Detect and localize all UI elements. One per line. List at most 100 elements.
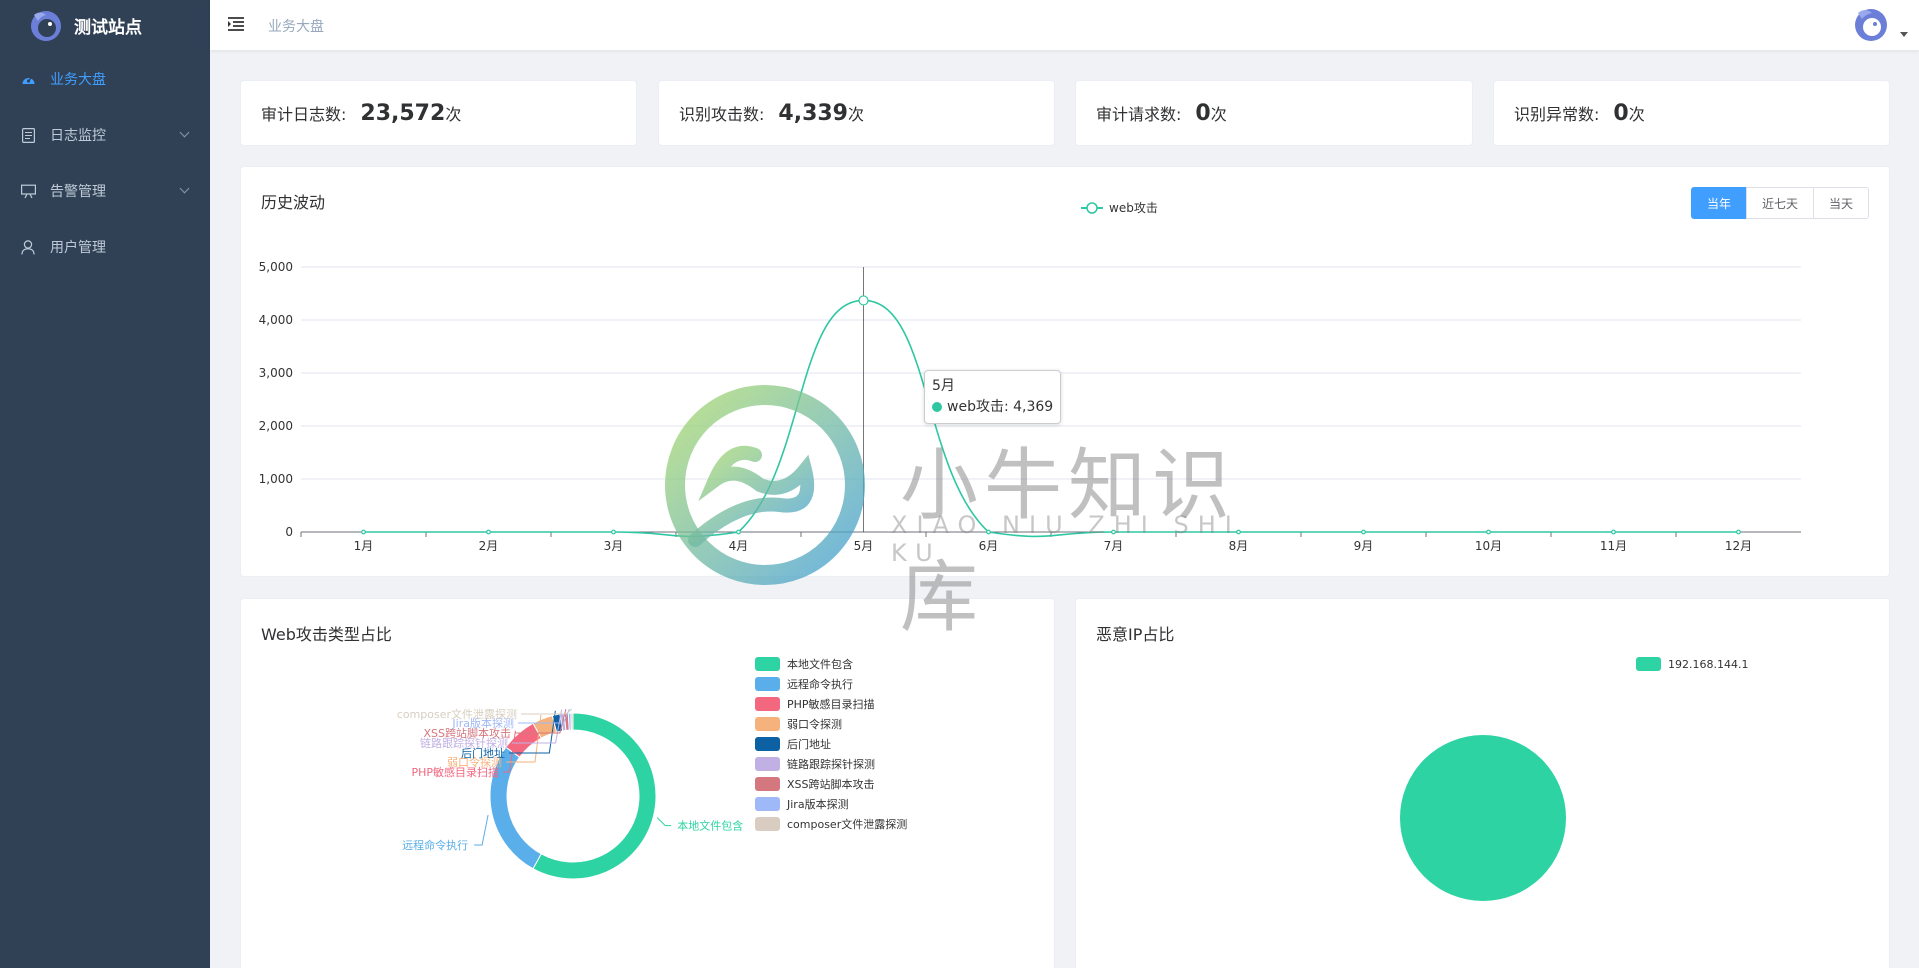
legend-swatch <box>755 817 780 831</box>
legend-label: 弱口令探测 <box>787 717 842 731</box>
chart-tooltip: 5月 web攻击: 4,369 <box>924 370 1062 424</box>
y-tick-label: 3,000 <box>259 366 293 380</box>
pie-slice <box>1400 735 1566 901</box>
sidebar-item-label: 日志监控 <box>50 128 106 144</box>
line-chart: web攻击 0 1,000 2,000 3,000 4,000 5,000 1月 2月 3月 4月 5… <box>259 201 1801 553</box>
chevron-down-icon <box>179 183 190 194</box>
tooltip-title: 5月 <box>932 378 955 394</box>
data-point <box>1611 529 1616 535</box>
sidebar-item-label: 业务大盘 <box>50 72 106 88</box>
legend-marker <box>1086 202 1098 214</box>
donut-leader <box>656 817 672 827</box>
stat-card-attacks: 识别攻击数: 4,339 次 <box>658 80 1055 146</box>
legend-swatch <box>755 797 780 811</box>
x-tick-label: 10月 <box>1475 539 1502 553</box>
donut-label: composer文件泄露探测 <box>397 707 517 721</box>
legend-label: 链路跟踪探针探测 <box>787 757 875 771</box>
sidebar-item-alert-manage[interactable]: 告警管理 <box>0 163 210 219</box>
caret-down-icon[interactable] <box>1900 32 1908 37</box>
menu-fold-icon[interactable] <box>227 16 245 32</box>
stat-label: 审计请求数: <box>1096 105 1182 124</box>
legend-label: 本地文件包含 <box>787 657 853 671</box>
stat-label: 审计日志数: <box>261 105 347 124</box>
main-content: 审计日志数: 23,572 次 识别攻击数: 4,339 次 审计请求数: 0次 识… <box>210 50 1919 968</box>
tooltip-row: web攻击: 4,369 <box>932 397 1053 418</box>
legend-swatch <box>755 677 780 691</box>
x-tick-label: 6月 <box>979 539 999 553</box>
legend-label: 远程命令执行 <box>787 677 853 691</box>
attack-type-card: Web攻击类型占比 本地文件包含 远程命令执行 PHP敏感目录扫描 弱口令探测 后门地址… <box>240 598 1055 968</box>
malicious-ip-card: 恶意IP占比 192.168.144.1 <box>1075 598 1890 968</box>
legend-swatch <box>1636 657 1661 671</box>
stat-value: 0 <box>1613 100 1629 126</box>
donut-chart: 本地文件包含远程命令执行PHP敏感目录扫描弱口令探测后门地址链路跟踪探针探测XS… <box>397 657 907 880</box>
legend-label: Jira版本探测 <box>786 797 849 811</box>
sidebar-item-label: 告警管理 <box>50 184 106 200</box>
history-card: 历史波动 当年 近七天 当天 web攻击 0 1,000 2,000 3,000 4,00… <box>240 166 1890 577</box>
chart-legend: web攻击 <box>1081 201 1158 215</box>
data-point <box>611 529 616 535</box>
x-tick-label: 1月 <box>354 539 374 553</box>
y-tick-label: 0 <box>285 525 293 539</box>
y-tick-label: 1,000 <box>259 472 293 486</box>
avatar[interactable] <box>1851 4 1891 44</box>
y-tick-label: 2,000 <box>259 419 293 433</box>
stat-value: 0 <box>1195 100 1211 126</box>
x-tick-label: 11月 <box>1600 539 1627 553</box>
x-tick-label: 3月 <box>604 539 624 553</box>
legend-swatch <box>755 697 780 711</box>
chevron-down-icon <box>179 127 190 138</box>
legend-label: XSS跨站脚本攻击 <box>787 777 875 791</box>
donut-leader <box>474 814 489 846</box>
easel-icon <box>20 183 36 199</box>
data-point <box>1361 529 1366 535</box>
legend-swatch <box>755 757 780 771</box>
x-tick-label: 7月 <box>1104 539 1124 553</box>
stat-card-audit-logs: 审计日志数: 23,572 次 <box>240 80 637 146</box>
tooltip-value: 4,369 <box>1013 399 1054 415</box>
sidebar-item-log-monitor[interactable]: 日志监控 <box>0 107 210 163</box>
legend-swatch <box>755 737 780 751</box>
navbar: 业务大盘 <box>210 0 1919 50</box>
legend-swatch <box>755 657 780 671</box>
donut-label: 本地文件包含 <box>677 819 743 833</box>
stat-card-requests: 审计请求数: 0次 <box>1075 80 1473 146</box>
data-point <box>361 529 366 535</box>
data-point <box>1486 529 1491 535</box>
stat-value: 4,339 <box>778 100 848 126</box>
donut-label: 远程命令执行 <box>402 838 468 852</box>
tooltip-series: web攻击 <box>947 399 1004 415</box>
legend-label: 后门地址 <box>787 737 831 751</box>
site-title: 测试站点 <box>74 17 142 38</box>
document-icon <box>20 127 36 143</box>
x-tick-label: 9月 <box>1354 539 1374 553</box>
y-tick-label: 5,000 <box>259 260 293 274</box>
x-tick-label: 8月 <box>1229 539 1249 553</box>
sidebar-logo[interactable]: 测试站点 <box>0 0 210 50</box>
sidebar-item-dashboard[interactable]: 业务大盘 <box>0 51 210 107</box>
data-point <box>858 295 869 306</box>
sidebar-item-label: 用户管理 <box>50 240 106 256</box>
breadcrumb: 业务大盘 <box>268 19 324 35</box>
legend-label: 192.168.144.1 <box>1668 658 1748 671</box>
sidebar-item-user-manage[interactable]: 用户管理 <box>0 219 210 275</box>
data-point <box>486 529 491 535</box>
legend-swatch <box>755 717 780 731</box>
x-tick-label: 5月 <box>854 539 874 553</box>
dashboard-icon <box>20 71 36 87</box>
y-tick-label: 4,000 <box>259 313 293 327</box>
stat-unit: 次 <box>848 105 865 124</box>
x-tick-label: 4月 <box>729 539 749 553</box>
x-tick-label: 12月 <box>1725 539 1752 553</box>
legend-swatch <box>755 777 780 791</box>
data-point <box>1111 529 1116 535</box>
stat-unit: 次 <box>1628 105 1645 124</box>
data-point <box>1736 529 1741 535</box>
data-point <box>1236 529 1241 535</box>
stat-unit: 次 <box>445 105 462 124</box>
stat-card-anomalies: 识别异常数: 0次 <box>1493 80 1890 146</box>
x-tick-label: 2月 <box>479 539 499 553</box>
stat-label: 识别异常数: <box>1514 105 1600 124</box>
legend-label: web攻击 <box>1109 201 1158 215</box>
series-dot-icon <box>932 402 942 412</box>
